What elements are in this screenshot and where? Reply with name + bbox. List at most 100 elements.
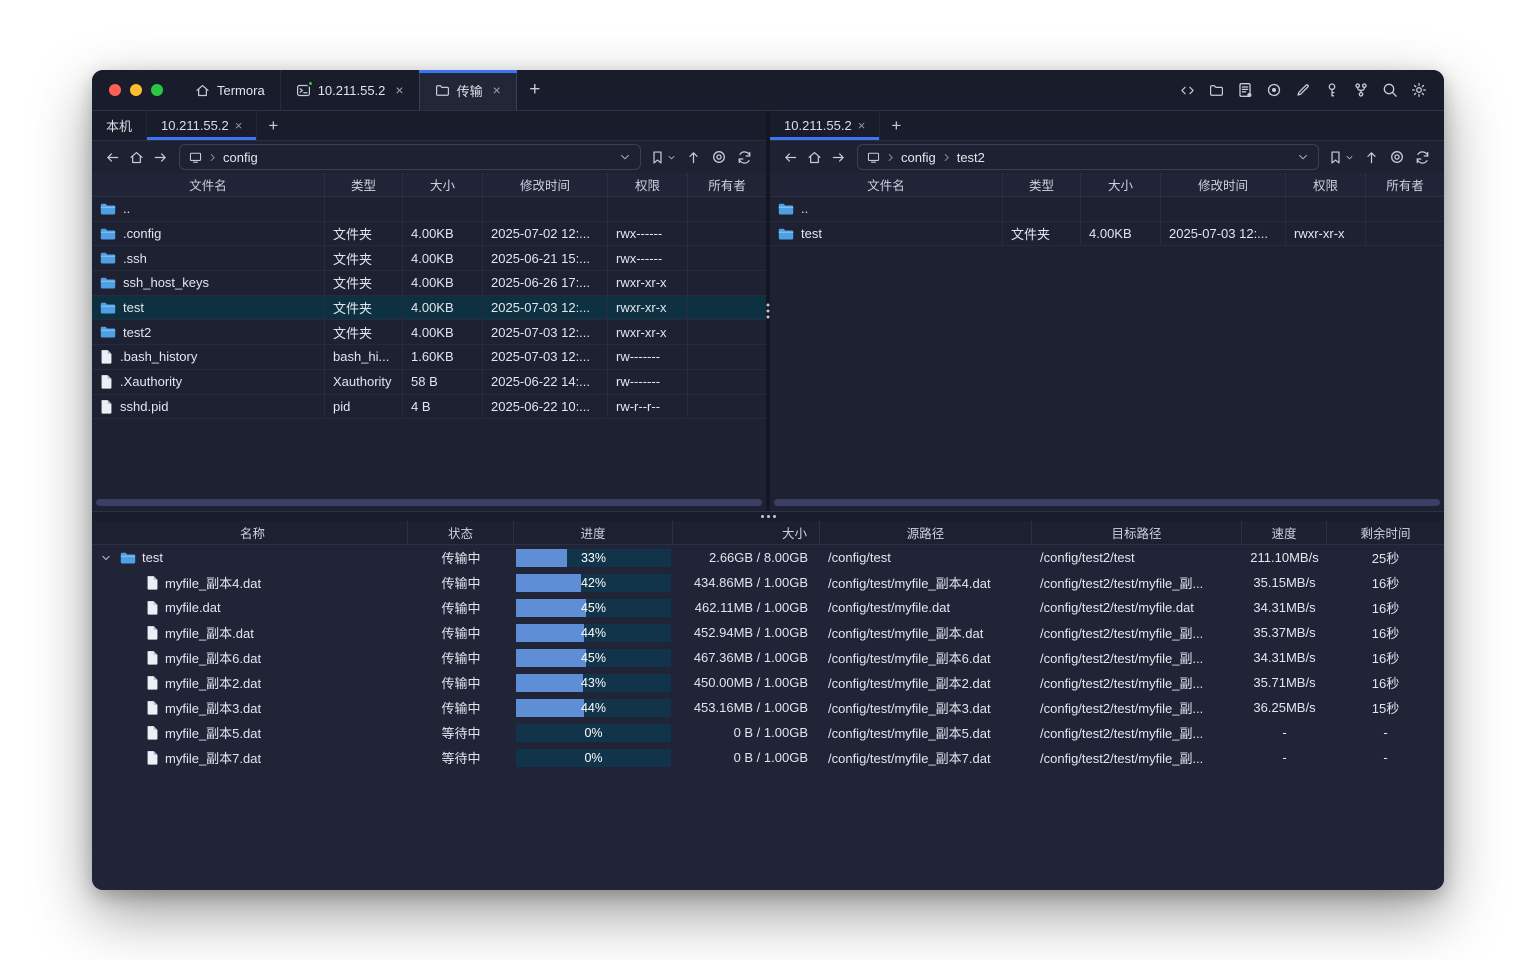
close-tab-icon[interactable]: × [235,119,243,132]
new-session-tab-button[interactable]: + [880,111,912,140]
show-hidden-icon[interactable] [711,149,727,165]
zoom-window-button[interactable] [151,84,163,96]
file-mtime: 2025-07-03 12:... [1161,222,1286,246]
left-panel-tab-10.211.55.2[interactable]: 10.211.55.2× [147,111,257,140]
transfer-row[interactable]: myfile_副本5.dat等待中0%0 B / 1.00GB/config/t… [92,720,1444,745]
column-header[interactable]: 类型 [1003,173,1081,196]
file-row[interactable]: test2文件夹4.00KB2025-07-03 12:...rwxr-xr-x [92,320,766,345]
folder-icon[interactable] [1209,83,1224,98]
up-icon[interactable] [686,150,701,165]
file-size: 4.00KB [403,222,483,246]
refresh-icon[interactable] [1415,150,1430,165]
close-window-button[interactable] [109,84,121,96]
left-horizontal-scrollbar[interactable] [96,499,762,506]
new-session-tab-button[interactable]: + [257,111,289,140]
close-tab-icon[interactable]: × [858,119,866,132]
transfer-progress-cell: 33% [514,545,673,570]
column-header[interactable]: 大小 [673,521,820,544]
record-icon[interactable] [1266,82,1282,98]
back-icon[interactable] [778,145,802,169]
transfer-speed: 211.10MB/s [1242,545,1327,570]
log-icon[interactable] [1237,82,1253,98]
search-icon[interactable] [1382,82,1398,98]
file-permissions: rwxr-xr-x [608,271,688,295]
transfer-row[interactable]: myfile_副本.dat传输中44%452.94MB / 1.00GB/con… [92,620,1444,645]
close-tab-icon[interactable]: × [493,83,501,97]
main-tab-传输[interactable]: 传输× [419,70,517,110]
column-header[interactable]: 所有者 [1366,173,1444,196]
column-header[interactable]: 文件名 [92,173,325,196]
file-row[interactable]: test文件夹4.00KB2025-07-03 12:...rwxr-xr-x [92,296,766,321]
column-header[interactable]: 所有者 [688,173,766,196]
home-icon[interactable] [802,145,826,169]
file-row[interactable]: .XauthorityXauthority58 B2025-06-22 14:.… [92,370,766,395]
horizontal-splitter[interactable] [92,511,1444,521]
pencil-icon[interactable] [1295,82,1311,98]
expand-chevron-icon[interactable] [98,552,114,564]
transfer-row[interactable]: myfile_副本6.dat传输中45%467.36MB / 1.00GB/co… [92,645,1444,670]
fork-icon[interactable] [1353,82,1369,98]
main-tab-10.211.55.2[interactable]: 10.211.55.2× [280,70,419,110]
column-header[interactable]: 类型 [325,173,403,196]
column-header[interactable]: 目标路径 [1032,521,1242,544]
column-header[interactable]: 权限 [1286,173,1366,196]
settings-icon[interactable] [1411,82,1427,98]
left-panel-tab-本机[interactable]: 本机 [92,111,147,140]
transfer-target-path: /config/test2/test/myfile_副... [1032,695,1242,720]
column-header[interactable]: 源路径 [820,521,1032,544]
forward-icon[interactable] [148,145,172,169]
transfer-row[interactable]: myfile_副本4.dat传输中42%434.86MB / 1.00GB/co… [92,570,1444,595]
main-tab-app[interactable]: Termora [180,70,280,110]
transfer-row[interactable]: test传输中33%2.66GB / 8.00GB/config/test/co… [92,545,1444,570]
column-header[interactable]: 状态 [408,521,514,544]
column-header[interactable]: 修改时间 [1161,173,1286,196]
file-size: 1.60KB [403,345,483,369]
key-icon[interactable] [1324,82,1340,98]
bookmark-button[interactable] [650,150,676,165]
breadcrumb-segment[interactable]: config [223,150,258,165]
progress-percent: 43% [516,674,671,692]
column-header[interactable]: 修改时间 [483,173,608,196]
new-tab-button[interactable]: + [517,70,553,110]
right-horizontal-scrollbar[interactable] [774,499,1440,506]
column-header[interactable]: 大小 [1081,173,1161,196]
forward-icon[interactable] [826,145,850,169]
right-breadcrumb[interactable]: config test2 [857,144,1319,170]
file-row[interactable]: test文件夹4.00KB2025-07-03 12:...rwxr-xr-x [770,222,1444,247]
column-header[interactable]: 剩余时间 [1327,521,1444,544]
file-row[interactable]: .. [770,197,1444,222]
file-row[interactable]: .. [92,197,766,222]
right-panel-tab-10.211.55.2[interactable]: 10.211.55.2× [770,111,880,140]
breadcrumb-segment[interactable]: config [901,150,936,165]
column-header[interactable]: 进度 [514,521,673,544]
chevron-down-icon[interactable] [1297,151,1309,163]
code-icon[interactable] [1179,83,1196,98]
left-breadcrumb[interactable]: config [179,144,641,170]
chevron-down-icon[interactable] [619,151,631,163]
file-row[interactable]: sshd.pidpid4 B2025-06-22 10:...rw-r--r-- [92,395,766,420]
vertical-splitter[interactable] [766,111,770,511]
transfer-row[interactable]: myfile_副本2.dat传输中43%450.00MB / 1.00GB/co… [92,670,1444,695]
column-header[interactable]: 文件名 [770,173,1003,196]
column-header[interactable]: 大小 [403,173,483,196]
column-header[interactable]: 权限 [608,173,688,196]
close-tab-icon[interactable]: × [395,83,403,97]
column-header[interactable]: 速度 [1242,521,1327,544]
breadcrumb-segment[interactable]: test2 [957,150,985,165]
transfer-row[interactable]: myfile_副本3.dat传输中44%453.16MB / 1.00GB/co… [92,695,1444,720]
file-row[interactable]: .ssh文件夹4.00KB2025-06-21 15:...rwx------ [92,246,766,271]
transfer-row[interactable]: myfile_副本7.dat等待中0%0 B / 1.00GB/config/t… [92,745,1444,770]
minimize-window-button[interactable] [130,84,142,96]
show-hidden-icon[interactable] [1389,149,1405,165]
file-name: .. [123,201,130,216]
column-header[interactable]: 名称 [92,521,408,544]
up-icon[interactable] [1364,150,1379,165]
file-row[interactable]: ssh_host_keys文件夹4.00KB2025-06-26 17:...r… [92,271,766,296]
back-icon[interactable] [100,145,124,169]
refresh-icon[interactable] [737,150,752,165]
transfer-row[interactable]: myfile.dat传输中45%462.11MB / 1.00GB/config… [92,595,1444,620]
home-icon[interactable] [124,145,148,169]
bookmark-button[interactable] [1328,150,1354,165]
file-row[interactable]: .config文件夹4.00KB2025-07-02 12:...rwx----… [92,222,766,247]
file-row[interactable]: .bash_historybash_hi...1.60KB2025-07-03 … [92,345,766,370]
